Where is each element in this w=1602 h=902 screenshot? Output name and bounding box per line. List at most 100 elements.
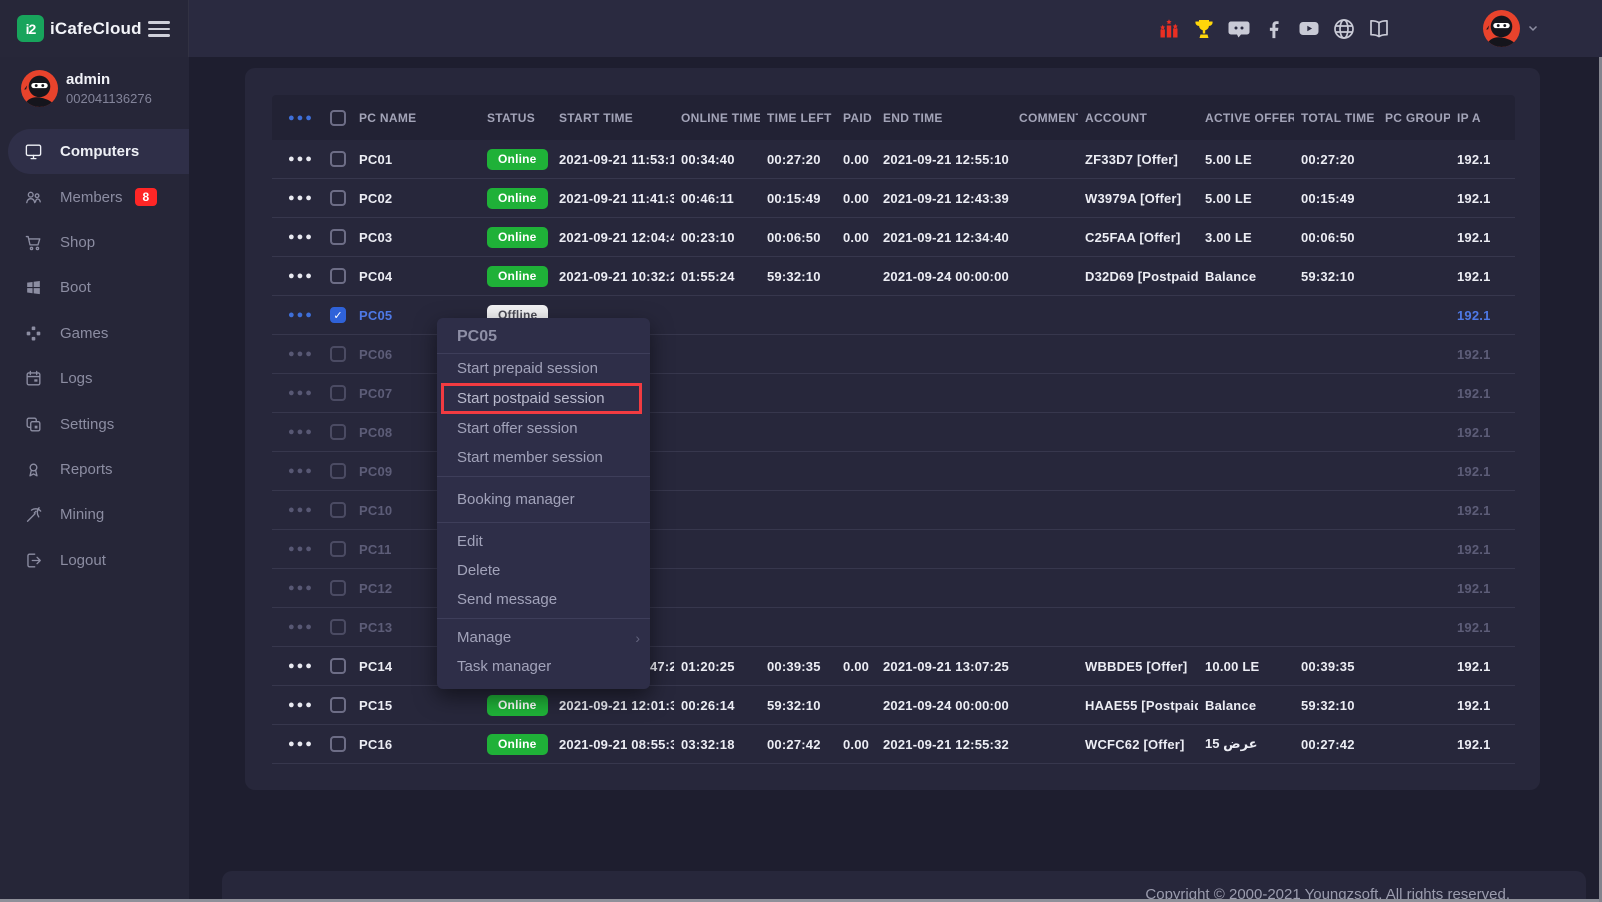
cell-ip: 192.1	[1450, 347, 1515, 362]
row-actions-button[interactable]: ●●●	[272, 193, 322, 203]
row-actions-button[interactable]: ●●●	[272, 661, 322, 671]
row-actions-button[interactable]: ●●●	[272, 583, 322, 593]
sidebar-item-logout[interactable]: Logout	[0, 538, 189, 583]
menu-item-manage[interactable]: Manage›	[437, 623, 650, 652]
discord-icon[interactable]	[1227, 17, 1251, 41]
menu-item-task-manager[interactable]: Task manager	[437, 652, 650, 681]
row-checkbox[interactable]	[330, 190, 346, 206]
trophy-icon[interactable]	[1192, 17, 1216, 41]
app-title: iCafeCloud	[50, 19, 142, 39]
row-checkbox[interactable]	[330, 580, 346, 596]
games-icon	[24, 324, 43, 343]
status-badge: Online	[487, 266, 548, 287]
chevron-down-icon[interactable]	[1527, 21, 1539, 39]
cell-time_left: 00:39:35	[760, 659, 836, 674]
row-actions-button[interactable]: ●●●	[272, 739, 322, 749]
row-actions-button[interactable]: ●●●	[272, 271, 322, 281]
cell-ip: 192.1	[1450, 698, 1515, 713]
cell-name: PC02	[352, 191, 480, 206]
row-actions-button[interactable]: ●●●	[272, 466, 322, 476]
menu-item-send-message[interactable]: Send message	[437, 585, 650, 614]
cell-ip: 192.1	[1450, 269, 1515, 284]
menu-item-edit[interactable]: Edit	[437, 527, 650, 556]
row-checkbox[interactable]	[330, 658, 346, 674]
topbar-icon-group	[1157, 0, 1391, 57]
row-checkbox[interactable]	[330, 697, 346, 713]
menu-item-booking-manager[interactable]: Booking manager	[437, 481, 650, 518]
row-actions-button[interactable]: ●●●	[272, 232, 322, 242]
menu-item-start-member-session[interactable]: Start member session	[437, 443, 650, 472]
brand-link[interactable]: i2 iCafeCloud	[0, 0, 189, 57]
app-logo-icon: i2	[17, 15, 44, 42]
row-checkbox[interactable]	[330, 229, 346, 245]
row-checkbox[interactable]	[330, 736, 346, 752]
row-checkbox[interactable]	[330, 268, 346, 284]
column-header-active_offer: ACTIVE OFFER	[1198, 111, 1294, 125]
row-checkbox[interactable]	[330, 541, 346, 557]
sidebar-item-shop[interactable]: Shop	[0, 220, 189, 265]
sidebar-item-members[interactable]: Members8	[0, 174, 189, 219]
row-checkbox[interactable]	[330, 502, 346, 518]
cell-ip: 192.1	[1450, 386, 1515, 401]
row-checkbox[interactable]	[330, 424, 346, 440]
menu-item-start-postpaid-session[interactable]: Start postpaid session	[441, 383, 642, 414]
row-actions-button[interactable]: ●●●	[272, 505, 322, 515]
table-row-pc03: ●●● PC03Online2021-09-21 12:04:4000:23:1…	[272, 218, 1515, 257]
row-checkbox[interactable]	[330, 151, 346, 167]
sidebar-item-label: Mining	[60, 506, 104, 523]
cell-active_offer: 5.00 LE	[1198, 152, 1294, 167]
row-actions-button[interactable]: ●●●	[272, 388, 322, 398]
menu-item-delete[interactable]: Delete	[437, 556, 650, 585]
row-checkbox[interactable]	[330, 346, 346, 362]
sidebar-item-reports[interactable]: Reports	[0, 447, 189, 492]
cell-active_offer: عرض 15	[1198, 736, 1294, 752]
table-header-row: ●●● PC NAMESTATUSSTART TIMEONLINE TIMETI…	[272, 95, 1515, 140]
row-actions-button[interactable]: ●●●	[272, 154, 322, 164]
sidebar-item-logs[interactable]: Logs	[0, 356, 189, 401]
row-checkbox[interactable]	[330, 385, 346, 401]
book-icon[interactable]	[1367, 17, 1391, 41]
cell-account: ZF33D7 [Offer]	[1078, 152, 1198, 167]
user-avatar[interactable]	[1483, 10, 1520, 47]
cell-active_offer: 5.00 LE	[1198, 191, 1294, 206]
cell-end_time: 2021-09-24 00:00:00	[876, 698, 1012, 713]
row-actions-button[interactable]: ●●●	[272, 310, 322, 320]
cell-account: W3979A [Offer]	[1078, 191, 1198, 206]
cell-end_time: 2021-09-21 12:43:39	[876, 191, 1012, 206]
cell-start_time: 2021-09-21 08:55:32	[552, 737, 674, 752]
cell-paid: 0.00	[836, 191, 876, 206]
menu-item-start-offer-session[interactable]: Start offer session	[437, 414, 650, 443]
column-header-account: ACCOUNT	[1078, 111, 1198, 125]
sidebar-item-computers[interactable]: Computers	[8, 129, 189, 174]
row-actions-button[interactable]: ●●●	[272, 700, 322, 710]
cell-total_time: 00:27:20	[1294, 152, 1378, 167]
row-actions-button[interactable]: ●●●	[272, 622, 322, 632]
sidebar-item-mining[interactable]: Mining	[0, 492, 189, 537]
ranking-icon[interactable]	[1157, 17, 1181, 41]
menu-item-start-prepaid-session[interactable]: Start prepaid session	[437, 354, 650, 383]
row-actions-button[interactable]: ●●●	[272, 349, 322, 359]
row-checkbox[interactable]: ✓	[330, 307, 346, 323]
menu-toggle-icon[interactable]	[148, 21, 170, 37]
sidebar-item-label: Shop	[60, 234, 95, 251]
cell-total_time: 00:06:50	[1294, 230, 1378, 245]
user-profile[interactable]: admin 002041136276	[0, 69, 189, 113]
sidebar-item-boot[interactable]: Boot	[0, 265, 189, 310]
row-actions-button[interactable]: ●●●	[272, 544, 322, 554]
sidebar-item-settings[interactable]: Settings	[0, 401, 189, 446]
row-actions-button[interactable]: ●●●	[272, 427, 322, 437]
user-name: admin	[66, 71, 110, 88]
select-all-checkbox[interactable]	[330, 110, 346, 126]
context-menu-title: PC05	[437, 322, 650, 353]
cell-total_time: 59:32:10	[1294, 698, 1378, 713]
cell-end_time: 2021-09-21 12:34:40	[876, 230, 1012, 245]
facebook-icon[interactable]	[1262, 17, 1286, 41]
sidebar-item-label: Games	[60, 325, 108, 342]
globe-icon[interactable]	[1332, 17, 1356, 41]
cell-name: PC01	[352, 152, 480, 167]
row-checkbox[interactable]	[330, 463, 346, 479]
sidebar-item-games[interactable]: Games	[0, 311, 189, 356]
row-checkbox[interactable]	[330, 619, 346, 635]
bulk-actions-button[interactable]: ●●●	[272, 113, 322, 123]
youtube-icon[interactable]	[1297, 17, 1321, 41]
